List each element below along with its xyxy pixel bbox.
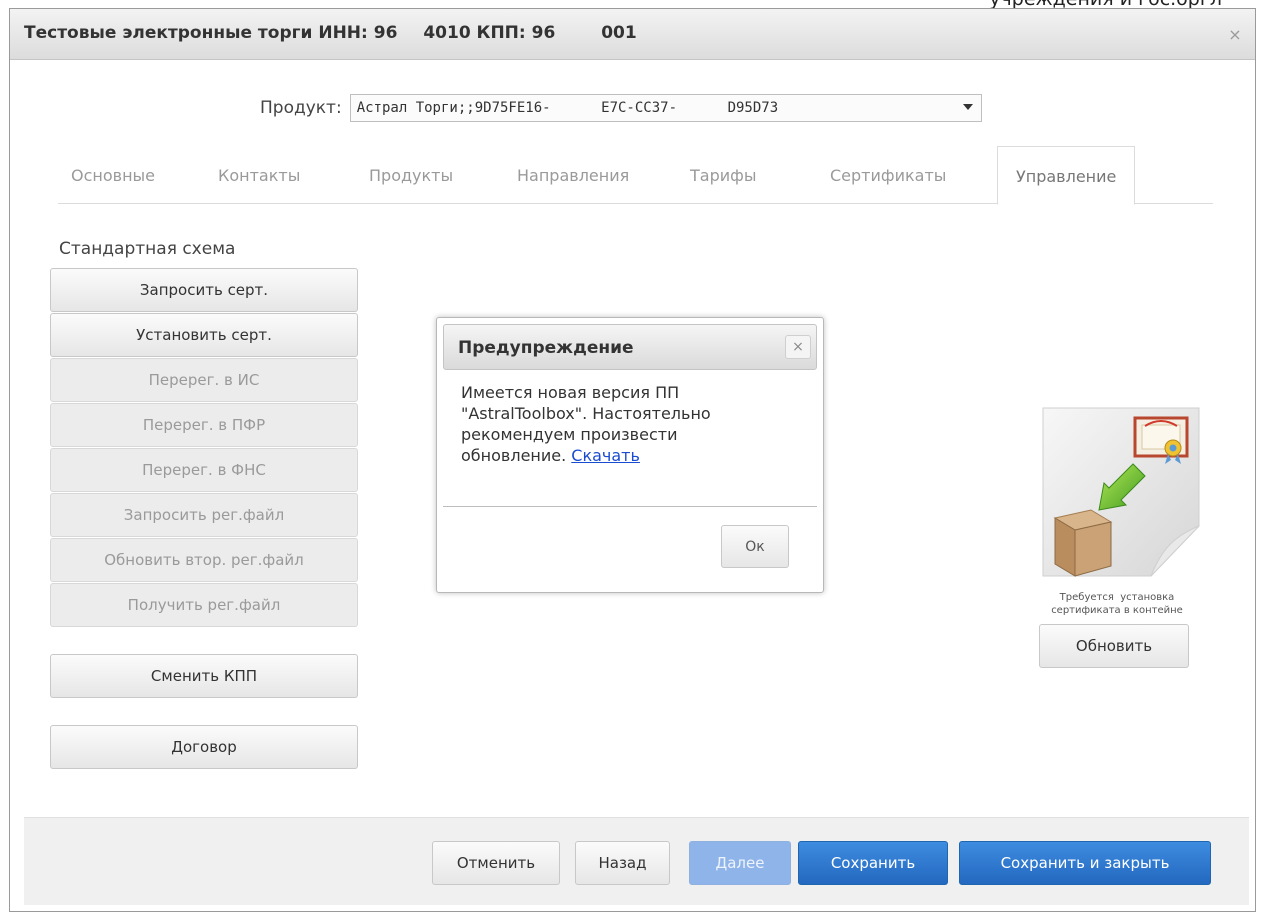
rereg-is-button[interactable]: Перерег. в ИС bbox=[50, 358, 358, 402]
next-button[interactable]: Далее bbox=[689, 841, 791, 885]
update-second-regfile-button[interactable]: Обновить втор. рег.файл bbox=[50, 538, 358, 582]
tab-tariffs[interactable]: Тарифы bbox=[690, 166, 756, 185]
contract-button[interactable]: Договор bbox=[50, 725, 358, 769]
window-title-part-3: 001 bbox=[601, 23, 637, 43]
section-label: Стандартная схема bbox=[59, 239, 236, 259]
dialog-message-line-1: Имеется новая версия ПП bbox=[461, 383, 680, 402]
dialog-message-line-2: "AstralToolbox". Настоятельно bbox=[461, 404, 711, 423]
get-regfile-button[interactable]: Получить рег.файл bbox=[50, 583, 358, 627]
save-button[interactable]: Сохранить bbox=[798, 841, 948, 885]
chevron-down-icon bbox=[962, 104, 973, 110]
certificate-caption-line-1: Требуется установка bbox=[1059, 592, 1175, 603]
dialog-title: Предупреждение bbox=[458, 338, 634, 358]
dialog-message-line-4-text: обновление. bbox=[461, 446, 572, 465]
tab-main[interactable]: Основные bbox=[71, 166, 155, 185]
save-and-close-button[interactable]: Сохранить и закрыть bbox=[959, 841, 1211, 885]
window-close-icon[interactable]: × bbox=[1225, 25, 1245, 45]
tab-products[interactable]: Продукты bbox=[369, 166, 453, 185]
certificate-page-graphic bbox=[1042, 407, 1200, 577]
product-select-value: Астрал Торги;;9D75FE16- E7C-CC37- D95D73 bbox=[356, 100, 779, 116]
rereg-pfr-button[interactable]: Перерег. в ПФР bbox=[50, 403, 358, 447]
tab-certificates[interactable]: Сертификаты bbox=[830, 166, 946, 185]
edit-organization-window: Тестовые электронные торги ИНН: 96 4010 … bbox=[9, 8, 1256, 912]
product-select[interactable]: Астрал Торги;;9D75FE16- E7C-CC37- D95D73 bbox=[349, 94, 982, 122]
window-title: Тестовые электронные торги ИНН: 96 4010 … bbox=[24, 23, 637, 43]
dialog-divider bbox=[443, 506, 817, 507]
tab-directions[interactable]: Направления bbox=[517, 166, 629, 185]
window-title-part-2: 4010 КПП: 96 bbox=[423, 23, 556, 43]
dialog-message: Имеется новая версия ПП "AstralToolbox".… bbox=[461, 382, 813, 466]
warning-dialog: Предупреждение × Имеется новая версия ПП… bbox=[436, 317, 824, 593]
window-titlebar: Тестовые электронные торги ИНН: 96 4010 … bbox=[10, 9, 1255, 60]
cancel-button[interactable]: Отменить bbox=[432, 841, 560, 885]
back-button[interactable]: Назад bbox=[575, 841, 670, 885]
request-cert-button[interactable]: Запросить серт. bbox=[50, 268, 358, 312]
tab-bar: Основные Контакты Продукты Направления Т… bbox=[58, 146, 1213, 205]
dialog-header: Предупреждение × bbox=[443, 324, 817, 370]
certificate-caption-line-2: сертификата в контейне bbox=[1051, 605, 1183, 616]
product-row: Продукт: Астрал Торги;;9D75FE16- E7C-CC3… bbox=[260, 94, 982, 122]
product-label: Продукт: bbox=[260, 98, 342, 118]
download-link[interactable]: Скачать bbox=[571, 446, 640, 465]
rereg-fns-button[interactable]: Перерег. в ФНС bbox=[50, 448, 358, 492]
refresh-button[interactable]: Обновить bbox=[1039, 624, 1189, 668]
ok-button[interactable]: Ок bbox=[721, 525, 789, 568]
window-title-part-1: Тестовые электронные торги ИНН: 96 bbox=[24, 23, 398, 43]
tab-management[interactable]: Управление bbox=[997, 146, 1136, 205]
footer-bar: Отменить Назад Далее Сохранить Сохранить… bbox=[24, 817, 1249, 905]
dialog-close-icon[interactable]: × bbox=[785, 335, 811, 359]
request-regfile-button[interactable]: Запросить рег.файл bbox=[50, 493, 358, 537]
install-cert-button[interactable]: Установить серт. bbox=[50, 313, 358, 357]
certificate-caption: Требуется установка сертификата в контей… bbox=[1017, 591, 1217, 617]
dialog-message-line-4: обновление. Скачать bbox=[461, 445, 813, 466]
dialog-message-line-3: рекомендуем произвести bbox=[461, 425, 678, 444]
certificate-install-icon bbox=[1041, 406, 1202, 582]
change-kpp-button[interactable]: Сменить КПП bbox=[50, 654, 358, 698]
tab-contacts[interactable]: Контакты bbox=[218, 166, 300, 185]
